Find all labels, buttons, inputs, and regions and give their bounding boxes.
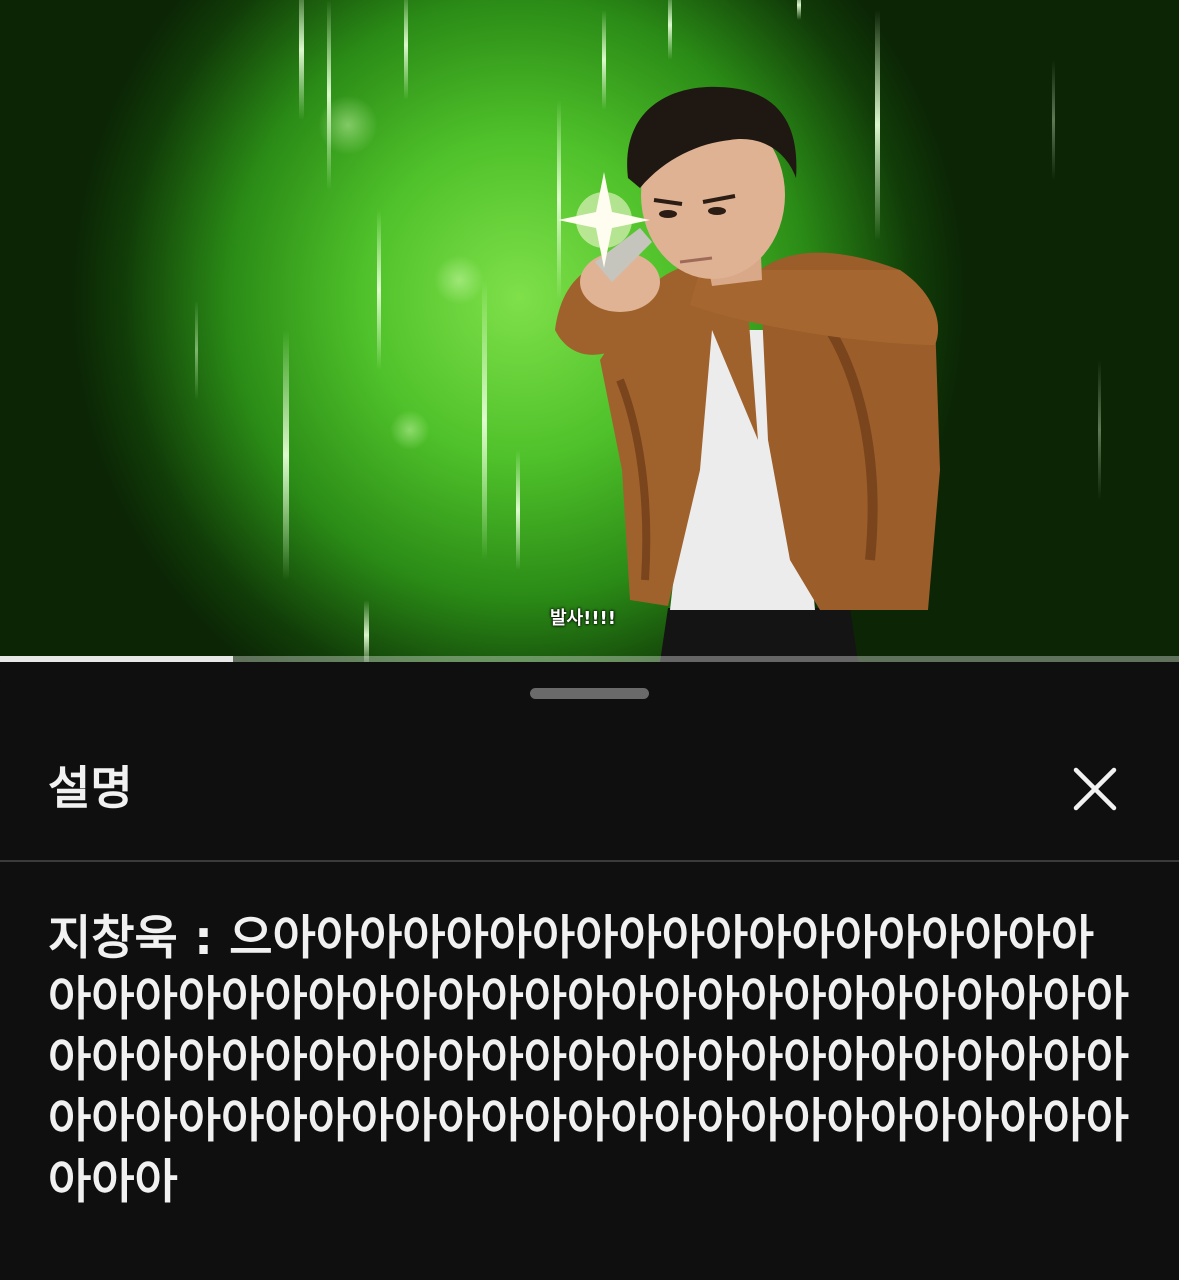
header-divider <box>0 860 1179 862</box>
video-player[interactable]: 발사!!!! <box>0 0 1179 662</box>
description-sheet: 설명 지창욱 : 으아아아아아아아아아아아아아아아아아아아아아아아아아아아아아아… <box>0 662 1179 1280</box>
person-figure <box>555 86 940 662</box>
close-icon <box>1073 767 1117 811</box>
description-text: 지창욱 : 으아아아아아아아아아아아아아아아아아아아아아아아아아아아아아아아아아… <box>48 911 1129 1210</box>
sheet-title: 설명 <box>48 761 133 815</box>
video-subtitle: 발사!!!! <box>550 608 616 629</box>
close-button[interactable] <box>1060 754 1130 824</box>
sheet-drag-handle[interactable] <box>530 688 649 699</box>
